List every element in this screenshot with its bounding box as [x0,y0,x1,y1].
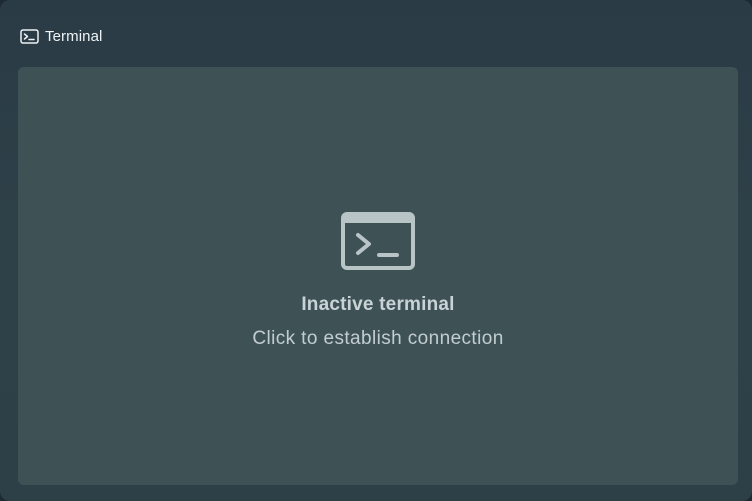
connect-hint-text: Click to establish connection [252,328,504,349]
terminal-large-icon [341,212,415,270]
inactive-terminal-placeholder: Inactive terminal Click to establish con… [18,212,738,350]
terminal-window: Terminal Inactive terminal Click to esta… [0,0,752,501]
terminal-status-label: Inactive terminal [301,294,455,315]
terminal-connect-panel[interactable]: Inactive terminal Click to establish con… [18,67,738,485]
terminal-icon [20,28,39,44]
window-title: Terminal [45,27,103,45]
window-title-bar: Terminal [20,26,102,46]
